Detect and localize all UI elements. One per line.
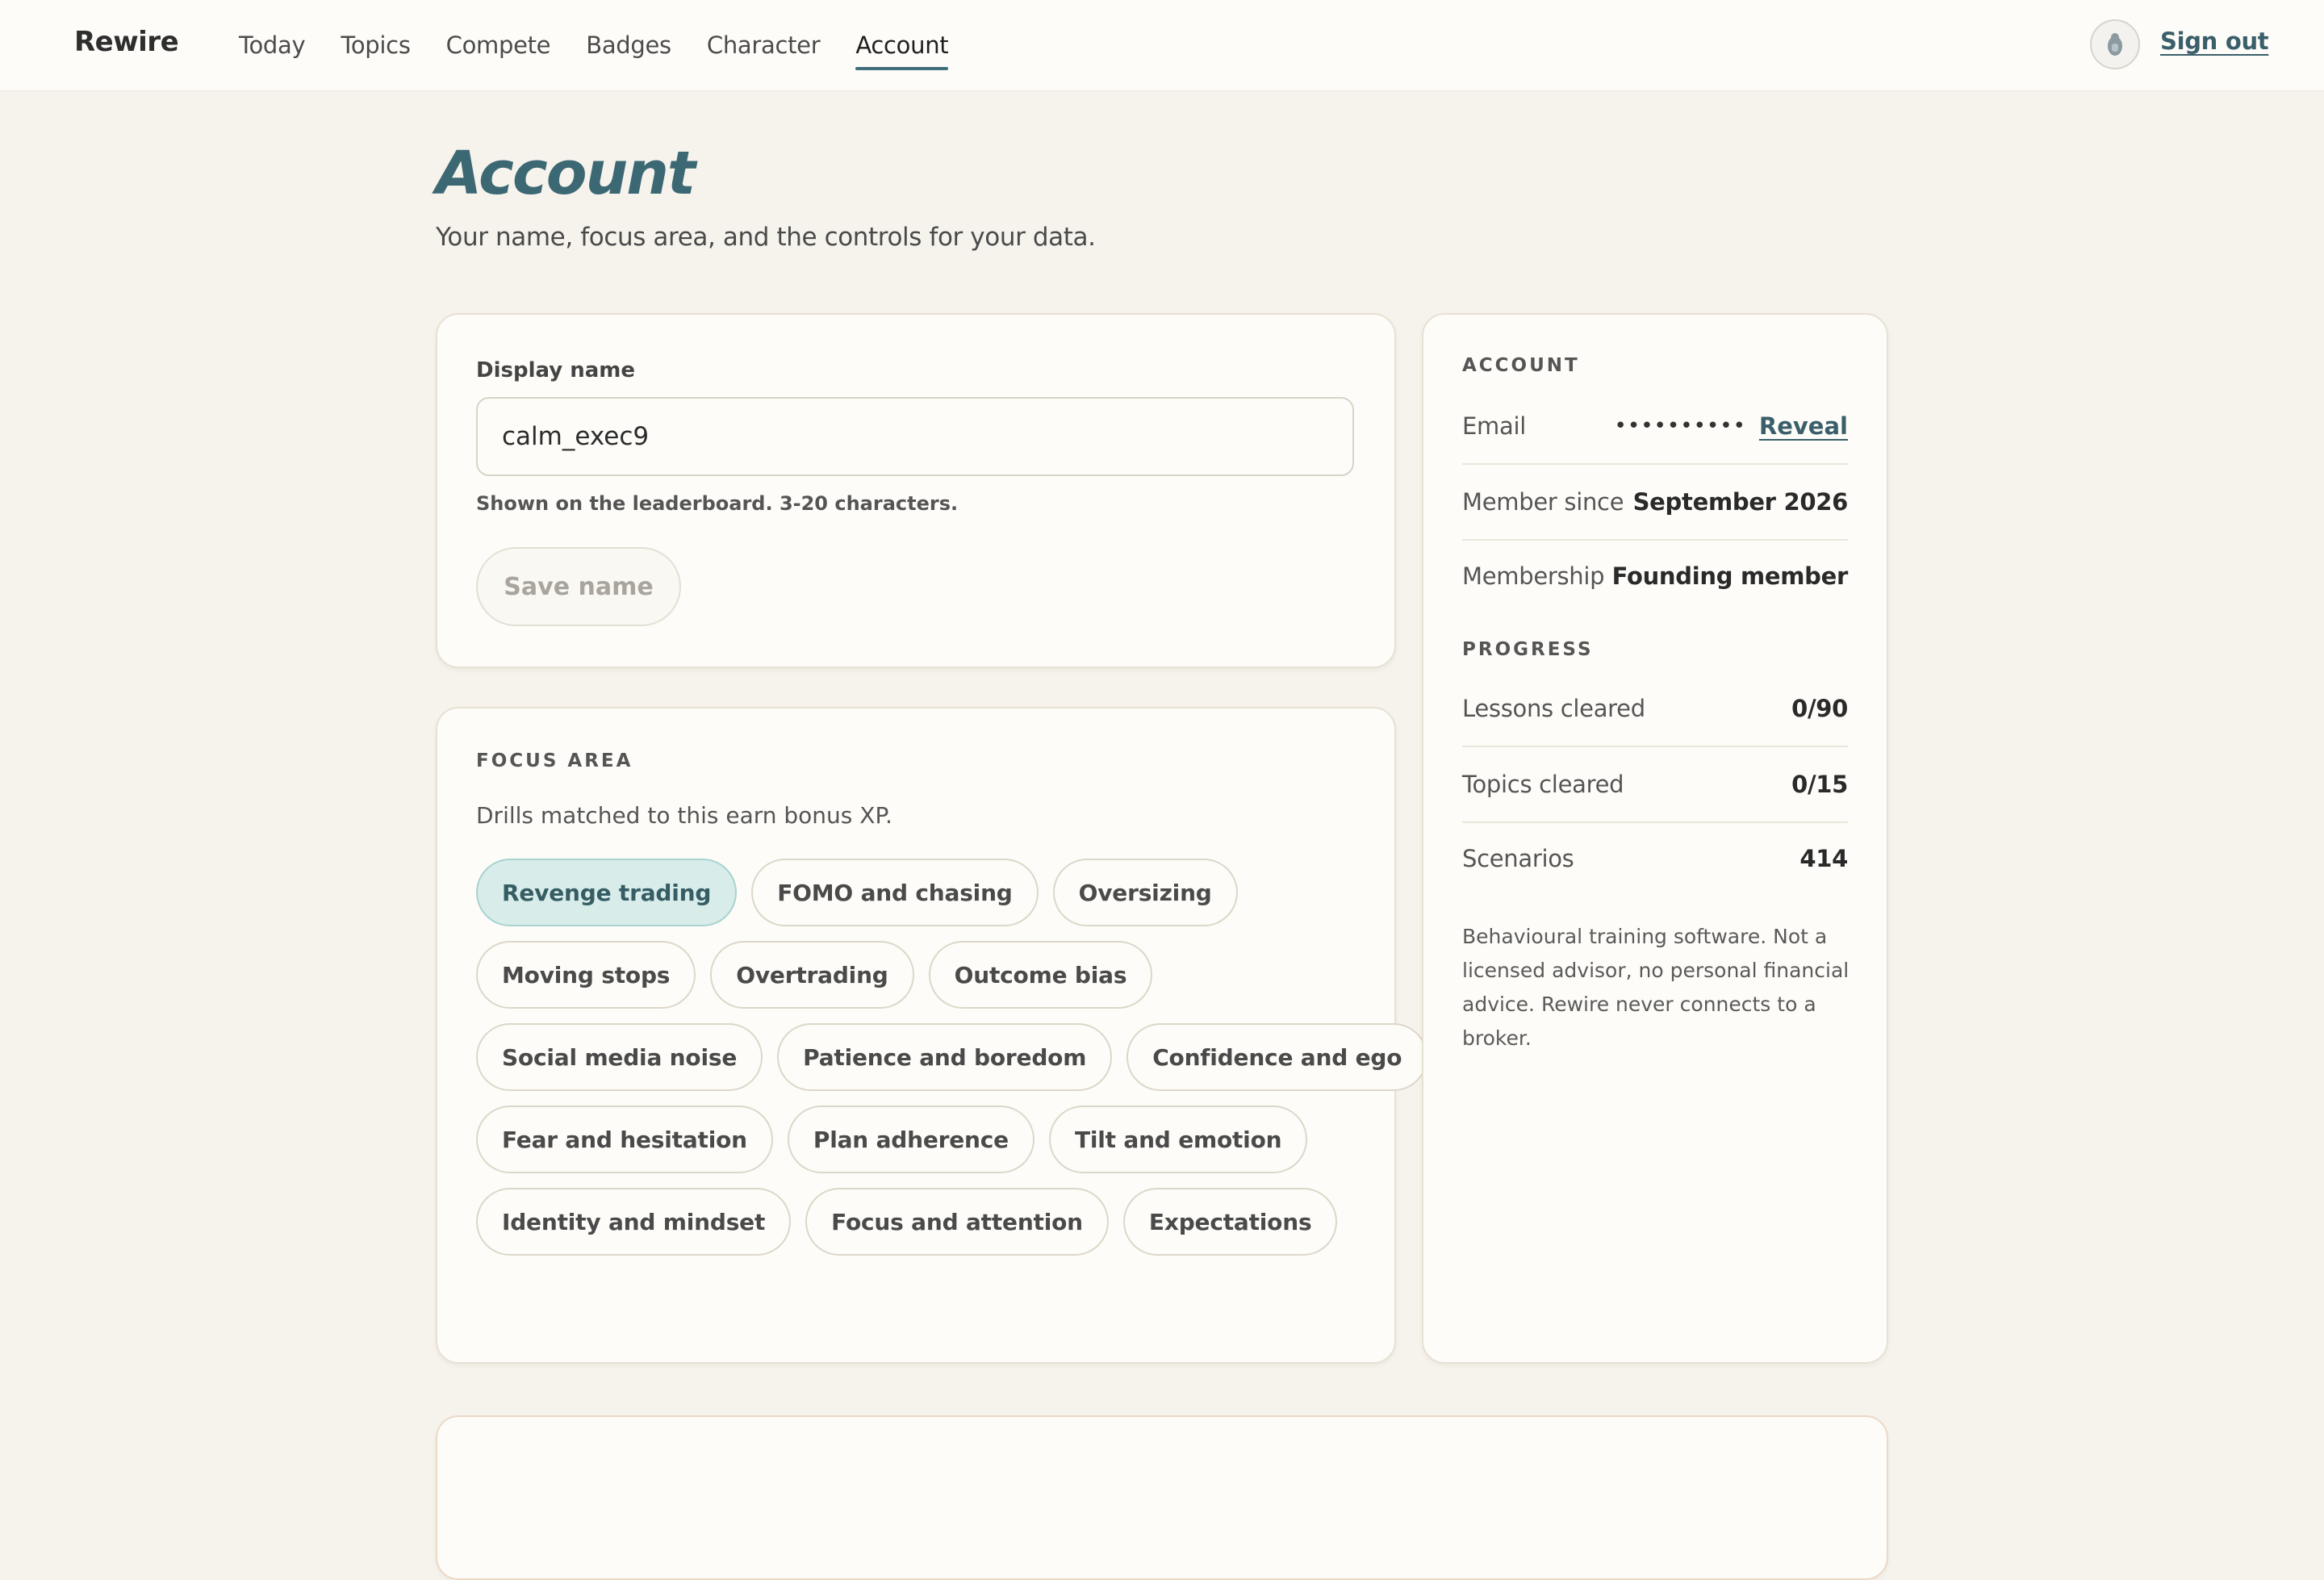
display-name-input[interactable] <box>476 397 1354 476</box>
chip-revenge-trading[interactable]: Revenge trading <box>476 859 738 926</box>
nav-item-today[interactable]: Today <box>239 25 306 65</box>
chip-focus-and-attention[interactable]: Focus and attention <box>805 1188 1109 1256</box>
nav-item-compete[interactable]: Compete <box>446 25 551 65</box>
chip-tilt-and-emotion[interactable]: Tilt and emotion <box>1048 1106 1308 1173</box>
page-title: Account <box>436 139 696 208</box>
sign-out-link[interactable]: Sign out <box>2160 27 2269 55</box>
nav-item-badges[interactable]: Badges <box>586 25 671 65</box>
lessons-row: Lessons cleared 0/90 <box>1462 671 1848 747</box>
brand-logo[interactable]: Rewire <box>74 26 179 58</box>
membership-value: Founding member <box>1611 562 1849 590</box>
chip-plan-adherence[interactable]: Plan adherence <box>787 1106 1035 1173</box>
display-name-helper: Shown on the leaderboard. 3-20 character… <box>476 492 959 515</box>
focus-area-card: FOCUS AREA Drills matched to this earn b… <box>436 707 1428 1364</box>
chip-confidence-and-ego[interactable]: Confidence and ego <box>1126 1023 1428 1091</box>
focus-area-heading: FOCUS AREA <box>476 750 633 771</box>
focus-chip-group: Revenge trading FOMO and chasing Oversiz… <box>476 859 1428 1270</box>
account-heading: ACCOUNT <box>1462 355 1580 376</box>
topics-value: 0/15 <box>1791 771 1848 798</box>
progress-heading: PROGRESS <box>1462 639 1594 660</box>
scenarios-value: 414 <box>1799 845 1848 872</box>
chip-outcome-bias[interactable]: Outcome bias <box>928 941 1153 1009</box>
chip-row: Fear and hesitation Plan adherence Tilt … <box>476 1106 1364 1173</box>
email-masked: •••••••••• <box>1614 414 1746 438</box>
chip-social-media-noise[interactable]: Social media noise <box>476 1023 763 1091</box>
account-summary-card: ACCOUNT Email •••••••••• Reveal Member s… <box>1422 313 1888 1364</box>
data-controls-card <box>436 1415 1888 1580</box>
nav-item-character[interactable]: Character <box>707 25 821 65</box>
scenarios-label: Scenarios <box>1462 845 1574 872</box>
email-row: Email •••••••••• Reveal <box>1462 389 1848 465</box>
chip-row: Identity and mindset Focus and attention… <box>476 1188 1364 1256</box>
member-since-label: Member since <box>1462 488 1624 516</box>
scenarios-row: Scenarios 414 <box>1462 821 1848 896</box>
topics-row: Topics cleared 0/15 <box>1462 747 1848 823</box>
chip-row: Moving stops Overtrading Outcome bias <box>476 941 1364 1009</box>
avatar-icon <box>2108 33 2122 56</box>
chip-oversizing[interactable]: Oversizing <box>1052 859 1238 926</box>
chip-overtrading[interactable]: Overtrading <box>710 941 914 1009</box>
main-nav: Today Topics Compete Badges Character Ac… <box>239 0 949 90</box>
member-since-value: September 2026 <box>1632 488 1849 516</box>
chip-row: Revenge trading FOMO and chasing Oversiz… <box>476 859 1364 926</box>
topics-label: Topics cleared <box>1462 771 1624 798</box>
email-label: Email <box>1462 412 1526 440</box>
chip-expectations[interactable]: Expectations <box>1122 1188 1338 1256</box>
reveal-email-link[interactable]: Reveal <box>1759 412 1848 440</box>
lessons-value: 0/90 <box>1791 695 1848 722</box>
member-since-row: Member since September 2026 <box>1462 465 1848 541</box>
display-name-card: Display name Shown on the leaderboard. 3… <box>436 313 1396 668</box>
nav-item-topics[interactable]: Topics <box>341 25 411 65</box>
chip-fear-and-hesitation[interactable]: Fear and hesitation <box>476 1106 773 1173</box>
chip-row: Social media noise Patience and boredom … <box>476 1023 1428 1091</box>
email-value: •••••••••• Reveal <box>1615 412 1848 440</box>
avatar[interactable] <box>2090 19 2140 69</box>
nav-item-account[interactable]: Account <box>855 25 949 70</box>
lessons-label: Lessons cleared <box>1462 695 1645 722</box>
top-navigation-bar: Rewire Today Topics Compete Badges Chara… <box>0 0 2324 91</box>
membership-label: Membership <box>1462 562 1605 590</box>
display-name-label: Display name <box>476 358 636 382</box>
chip-fomo-and-chasing[interactable]: FOMO and chasing <box>751 859 1039 926</box>
save-name-button[interactable]: Save name <box>476 547 681 626</box>
chip-patience-and-boredom[interactable]: Patience and boredom <box>777 1023 1113 1091</box>
focus-area-description: Drills matched to this earn bonus XP. <box>476 802 892 829</box>
disclaimer-text: Behavioural training software. Not a lic… <box>1462 925 1850 1050</box>
membership-row: Membership Founding member <box>1462 539 1848 613</box>
page-subtitle: Your name, focus area, and the controls … <box>436 223 1096 252</box>
chip-identity-and-mindset[interactable]: Identity and mindset <box>476 1188 792 1256</box>
chip-moving-stops[interactable]: Moving stops <box>476 941 696 1009</box>
